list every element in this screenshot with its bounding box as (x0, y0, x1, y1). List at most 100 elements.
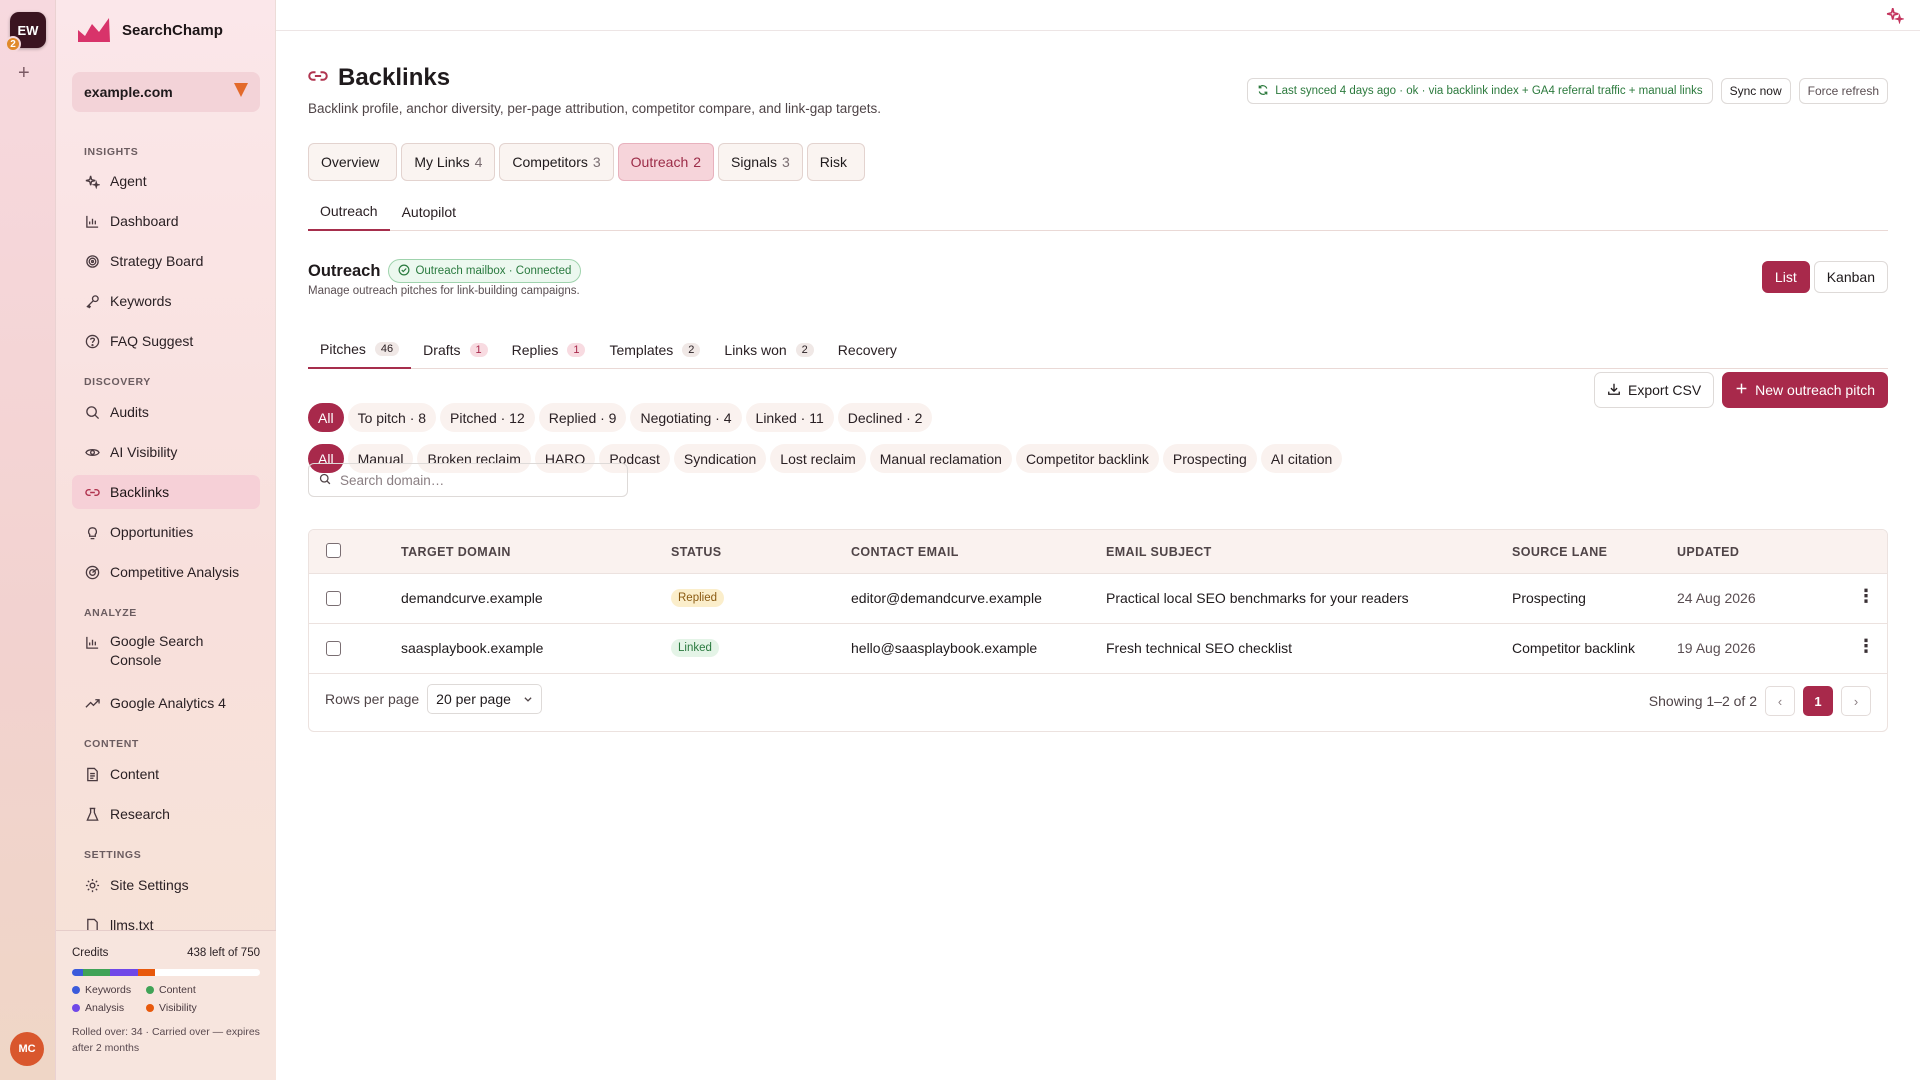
tab-my-links[interactable]: My Links 4 (401, 143, 496, 181)
sidebar-item-label: Audits (110, 404, 149, 420)
brand[interactable]: SearchChamp (76, 16, 223, 44)
sync-now-button[interactable]: Sync now (1720, 78, 1791, 104)
rows-per-page-select[interactable]: 20 per page (427, 684, 542, 714)
export-csv-button[interactable]: Export CSV (1594, 372, 1715, 408)
lane-filter-chip[interactable]: Competitor backlink (1015, 444, 1159, 473)
add-workspace-button[interactable]: + (18, 62, 30, 85)
status-filter-chip[interactable]: Replied · 9 (538, 403, 627, 432)
sidebar-item-ai-visibility[interactable]: AI Visibility (72, 435, 260, 469)
sidebar-item-opportunities[interactable]: Opportunities (72, 515, 260, 549)
search-icon (84, 404, 100, 420)
sidebar-item-site-settings[interactable]: Site Settings (72, 868, 260, 902)
table-row[interactable]: demandcurve.example Replied editor@deman… (309, 574, 1887, 624)
tab-risk[interactable]: Risk (806, 143, 865, 181)
kanban-view-button[interactable]: Kanban (1813, 261, 1888, 293)
search-icon (319, 472, 331, 488)
lane-filter-chip[interactable]: Syndication (673, 444, 767, 473)
select-all-checkbox[interactable] (326, 543, 341, 558)
row-checkbox[interactable] (326, 591, 341, 606)
refresh-icon (1257, 84, 1269, 99)
lane-filter-chip[interactable]: Manual reclamation (869, 444, 1012, 473)
sidebar-item-agent[interactable]: Agent (72, 164, 260, 198)
tab-templates[interactable]: Templates 2 (597, 331, 712, 369)
sidebar-item-keywords[interactable]: Keywords (72, 284, 260, 318)
lane-filter-chip[interactable]: AI citation (1260, 444, 1343, 473)
rows-per-page-label: Rows per page (325, 691, 420, 707)
sidebar-item-strategy-board[interactable]: Strategy Board (72, 244, 260, 278)
status-filter-chip[interactable]: Negotiating · 4 (630, 403, 742, 432)
column-header-status[interactable]: STATUS (671, 545, 722, 559)
sidebar-item-label: Opportunities (110, 524, 194, 540)
credits-label: Credits (72, 947, 109, 959)
user-avatar[interactable]: MC (10, 1032, 44, 1066)
plus-icon (1735, 382, 1748, 398)
row-target-domain[interactable]: demandcurve.example (401, 590, 543, 606)
subtab-outreach[interactable]: Outreach (308, 193, 390, 231)
outreach-subtabs: Outreach Autopilot (308, 193, 1888, 231)
tab-outreach[interactable]: Outreach 2 (617, 143, 715, 181)
credits-note: Rolled over: 34 · Carried over — expires… (72, 1026, 260, 1054)
lightbulb-icon (84, 524, 100, 540)
sidebar-item-google-analytics-4[interactable]: Google Analytics 4 (72, 686, 260, 720)
sidebar-item-research[interactable]: Research (72, 797, 260, 831)
outreach-actions: Export CSV New outreach pitch (1594, 372, 1888, 408)
pagination-summary: Showing 1–2 of 2 (1648, 693, 1757, 709)
previous-page-button[interactable]: ‹ (1765, 686, 1795, 716)
status-filter-chip[interactable]: Linked · 11 (745, 403, 834, 432)
tab-drafts[interactable]: Drafts 1 (411, 331, 499, 369)
chevron-down-icon (523, 691, 533, 707)
ai-assistant-icon[interactable] (1886, 6, 1906, 29)
column-header-target-domain[interactable]: TARGET DOMAIN (401, 545, 511, 559)
sidebar-item-dashboard[interactable]: Dashboard (72, 204, 260, 238)
more-actions-icon[interactable]: ⋮ (1857, 636, 1875, 657)
row-checkbox[interactable] (326, 641, 341, 656)
tab-pitches[interactable]: Pitches 46 (308, 331, 412, 369)
new-outreach-pitch-button[interactable]: New outreach pitch (1722, 372, 1888, 408)
tab-competitors[interactable]: Competitors 3 (499, 143, 614, 181)
status-filter-chip[interactable]: Declined · 2 (837, 403, 933, 432)
sidebar-item-content[interactable]: Content (72, 757, 260, 791)
sidebar-item-audits[interactable]: Audits (72, 395, 260, 429)
sidebar-item-label: Research (110, 806, 170, 822)
column-header-updated[interactable]: UPDATED (1677, 545, 1739, 559)
lane-filter-chip[interactable]: Prospecting (1162, 444, 1257, 473)
sidebar-item-backlinks[interactable]: Backlinks (72, 475, 260, 509)
list-view-button[interactable]: List (1761, 261, 1810, 293)
more-actions-icon[interactable]: ⋮ (1857, 586, 1875, 607)
column-header-contact-email[interactable]: CONTACT EMAIL (851, 545, 959, 559)
tab-links-won[interactable]: Links won 2 (712, 331, 825, 369)
sidebar-item-google-search-console[interactable]: Google Search Console (72, 628, 260, 672)
search-domain-field[interactable] (308, 463, 628, 497)
tab-replies[interactable]: Replies 1 (500, 331, 598, 369)
sidebar-item-label: Google Analytics 4 (110, 695, 226, 711)
site-selector[interactable]: example.com (72, 72, 260, 112)
table-row[interactable]: saasplaybook.example Linked hello@saaspl… (309, 624, 1887, 674)
subtab-autopilot[interactable]: Autopilot (390, 193, 468, 231)
legend-keywords: Keywords (72, 984, 146, 996)
status-filter-chip[interactable]: Pitched · 12 (440, 403, 535, 432)
column-header-email-subject[interactable]: EMAIL SUBJECT (1106, 545, 1212, 559)
page-button[interactable]: 1 (1803, 686, 1833, 716)
sidebar-item-faq-suggest[interactable]: FAQ Suggest (72, 324, 260, 358)
sync-controls: Last synced 4 days ago · ok · via backli… (1247, 78, 1888, 104)
next-page-button[interactable]: › (1841, 686, 1871, 716)
tab-signals[interactable]: Signals 3 (718, 143, 803, 181)
row-target-domain[interactable]: saasplaybook.example (401, 640, 543, 656)
link-icon (308, 66, 328, 91)
page-subtitle: Backlink profile, anchor diversity, per-… (308, 101, 882, 116)
status-filter-chips: All To pitch · 8 Pitched · 12 Replied · … (308, 403, 933, 432)
search-domain-input[interactable] (340, 472, 610, 488)
status-filter-chip[interactable]: To pitch · 8 (347, 403, 437, 432)
section-label-discovery: DISCOVERY (84, 376, 151, 388)
force-refresh-button[interactable]: Force refresh (1798, 78, 1888, 104)
lane-filter-chip[interactable]: Lost reclaim (770, 444, 866, 473)
column-header-source-lane[interactable]: SOURCE LANE (1512, 545, 1607, 559)
sidebar-item-competitive-analysis[interactable]: Competitive Analysis (72, 555, 260, 589)
sidebar-item-label: Agent (110, 173, 147, 189)
help-circle-icon (84, 333, 100, 349)
tab-recovery[interactable]: Recovery (826, 331, 909, 369)
status-filter-chip[interactable]: All (308, 403, 344, 432)
tab-overview[interactable]: Overview (308, 143, 398, 181)
mailbox-status-badge: Outreach mailbox · Connected (388, 259, 582, 283)
table-header: TARGET DOMAIN STATUS CONTACT EMAIL EMAIL… (309, 530, 1887, 574)
